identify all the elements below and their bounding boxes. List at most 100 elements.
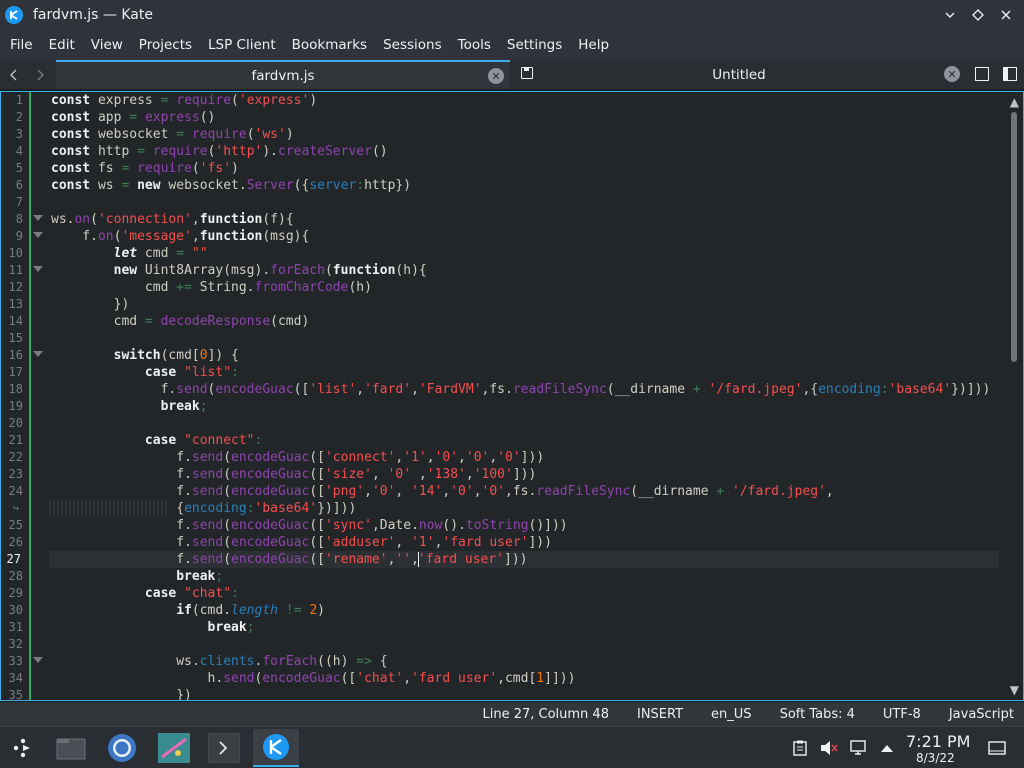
code-text: const express = require('express'): [51, 93, 318, 108]
code-line[interactable]: 22 f.send(encodeGuac(['connect','1','0',…: [9, 449, 1001, 466]
cursor-position[interactable]: Line 27, Column 48: [482, 707, 609, 722]
menu-file[interactable]: File: [2, 30, 41, 60]
fold-marker-icon[interactable]: [33, 232, 43, 238]
code-line[interactable]: 30 if(cmd.length != 2): [9, 602, 1001, 619]
code-text: break;: [176, 569, 224, 584]
menu-projects[interactable]: Projects: [131, 30, 200, 60]
code-line[interactable]: 28 break;: [9, 568, 1001, 585]
software-store-button[interactable]: [151, 729, 197, 767]
code-line[interactable]: 11 new Uint8Array(msg).forEach(function(…: [9, 262, 1001, 279]
menu-lsp-client[interactable]: LSP Client: [200, 30, 284, 60]
close-tab-icon[interactable]: ✕: [944, 66, 960, 82]
scroll-up-icon[interactable]: ▲: [1010, 95, 1019, 109]
menu-tools[interactable]: Tools: [450, 30, 499, 60]
browser-button[interactable]: [99, 729, 145, 767]
line-number: 8: [15, 212, 23, 226]
code-line[interactable]: 29 case "chat":: [9, 585, 1001, 602]
indentation-setting[interactable]: Soft Tabs: 4: [780, 707, 855, 722]
code-line[interactable]: 33 ws.clients.forEach((h) => {: [9, 653, 1001, 670]
new-tab-icon[interactable]: [975, 67, 989, 81]
tab-fardvm-js[interactable]: fardvm.js ✕: [56, 60, 510, 89]
code-line[interactable]: 18 f.send(encodeGuac(['list','fard','Far…: [9, 381, 1001, 398]
wrap-arrow-icon: ↪: [13, 503, 20, 514]
code-line[interactable]: 15: [9, 330, 1001, 347]
code-line[interactable]: 9 f.on('message',function(msg){: [16, 228, 1001, 245]
network-icon[interactable]: [850, 739, 868, 757]
code-line[interactable]: 8 ws.on('connection',function(f){: [16, 211, 1001, 228]
menu-edit[interactable]: Edit: [41, 30, 83, 60]
line-number: 11: [8, 263, 23, 277]
code-line[interactable]: 21 case "connect":: [9, 432, 1001, 449]
code-line[interactable]: 34 h.send(encodeGuac(['chat','fard user'…: [9, 670, 1001, 687]
clipboard-icon[interactable]: [791, 739, 809, 757]
code-line[interactable]: ↪ {encoding:'base64'})])): [13, 500, 1001, 517]
code-line[interactable]: 20: [9, 415, 1001, 432]
expand-tray-icon[interactable]: [878, 739, 896, 757]
chevron-right-icon[interactable]: [32, 67, 48, 83]
terminal-button[interactable]: [201, 729, 247, 767]
code-editor[interactable]: 1 const express = require('express') 2 cons…: [0, 91, 1024, 701]
code-line[interactable]: 31 break;: [9, 619, 1001, 636]
code-text: f.send(encodeGuac(['adduser', '1','fard …: [51, 535, 552, 550]
tab-untitled[interactable]: Untitled ✕: [512, 60, 966, 89]
code-line[interactable]: 24 f.send(encodeGuac(['png','0', '14','0…: [9, 483, 1001, 500]
code-line[interactable]: 4 const http = require('http').createServ…: [16, 143, 1001, 160]
spell-dictionary[interactable]: en_US: [711, 707, 752, 722]
volume-muted-icon[interactable]: [820, 739, 838, 757]
code-line[interactable]: 10 let cmd = "": [9, 245, 1001, 262]
code-line[interactable]: 16 switch(cmd[0]) {: [9, 347, 1001, 364]
maximize-button[interactable]: [968, 5, 988, 25]
code-line[interactable]: 1 const express = require('express'): [16, 92, 1001, 109]
line-number: 17: [8, 365, 23, 379]
code-line[interactable]: 32: [9, 636, 1001, 653]
code-line[interactable]: 2 const app = express(): [16, 109, 1001, 126]
menu-bookmarks[interactable]: Bookmarks: [284, 30, 375, 60]
code-line[interactable]: 6 const ws = new websocket.Server({server…: [16, 177, 1001, 194]
file-encoding[interactable]: UTF-8: [883, 707, 921, 722]
code-line[interactable]: 23 f.send(encodeGuac(['size', '0' ,'138'…: [9, 466, 1001, 483]
scroll-down-icon[interactable]: ▼: [1010, 683, 1019, 697]
code-text: const http = require('http').createServe…: [51, 144, 388, 159]
clock-time[interactable]: 7:21 PM: [906, 732, 970, 751]
fold-marker-icon[interactable]: [33, 657, 43, 663]
file-manager-button[interactable]: [48, 729, 94, 767]
code-line[interactable]: 17 case "list":: [9, 364, 1001, 381]
code-line[interactable]: 13 }): [9, 296, 1001, 313]
app-launcher-button[interactable]: [0, 729, 46, 767]
scrollbar-thumb[interactable]: [1011, 112, 1017, 362]
code-line[interactable]: 5 const fs = require('fs'): [16, 160, 1001, 177]
fold-marker-icon[interactable]: [33, 266, 43, 272]
code-line[interactable]: 7: [16, 194, 1001, 211]
menu-help[interactable]: Help: [570, 30, 617, 60]
line-number: 13: [8, 297, 23, 311]
code-line[interactable]: 25 f.send(encodeGuac(['sync',Date.now().…: [9, 517, 1001, 534]
line-number: 1: [15, 93, 23, 107]
code-line[interactable]: 26 f.send(encodeGuac(['adduser', '1','fa…: [9, 534, 1001, 551]
kate-taskbar-button[interactable]: [253, 729, 299, 767]
code-line[interactable]: 35 }): [9, 687, 1001, 700]
split-view-icon[interactable]: [1003, 67, 1017, 81]
chevron-left-icon[interactable]: [6, 67, 22, 83]
clock-date[interactable]: 8/3/22: [916, 751, 955, 765]
menu-sessions[interactable]: Sessions: [375, 30, 450, 60]
code-line[interactable]: 19 break;: [9, 398, 1001, 415]
window-title: fardvm.js — Kate: [33, 7, 153, 23]
code-text: const fs = require('fs'): [51, 161, 239, 176]
menu-settings[interactable]: Settings: [499, 30, 570, 60]
fold-marker-icon[interactable]: [33, 215, 43, 221]
minimize-button[interactable]: [940, 5, 960, 25]
close-window-button[interactable]: [996, 5, 1016, 25]
close-tab-icon[interactable]: ✕: [488, 68, 504, 84]
code-area[interactable]: 1 const express = require('express') 2 cons…: [7, 92, 1003, 700]
line-number: 20: [8, 416, 23, 430]
syntax-mode[interactable]: JavaScript: [949, 707, 1014, 722]
current-code-line[interactable]: 27 f.send(encodeGuac(['rename','','fard …: [7, 551, 999, 568]
show-desktop-icon[interactable]: [988, 739, 1006, 757]
code-line[interactable]: 14 cmd = decodeResponse(cmd): [9, 313, 1001, 330]
code-line[interactable]: 12 cmd += String.fromCharCode(h): [9, 279, 1001, 296]
code-line[interactable]: 3 const websocket = require('ws'): [16, 126, 1001, 143]
fold-marker-icon[interactable]: [33, 351, 43, 357]
menu-view[interactable]: View: [83, 30, 131, 60]
vertical-scrollbar[interactable]: ▲ ▼: [1003, 92, 1023, 700]
input-mode[interactable]: INSERT: [637, 707, 683, 722]
